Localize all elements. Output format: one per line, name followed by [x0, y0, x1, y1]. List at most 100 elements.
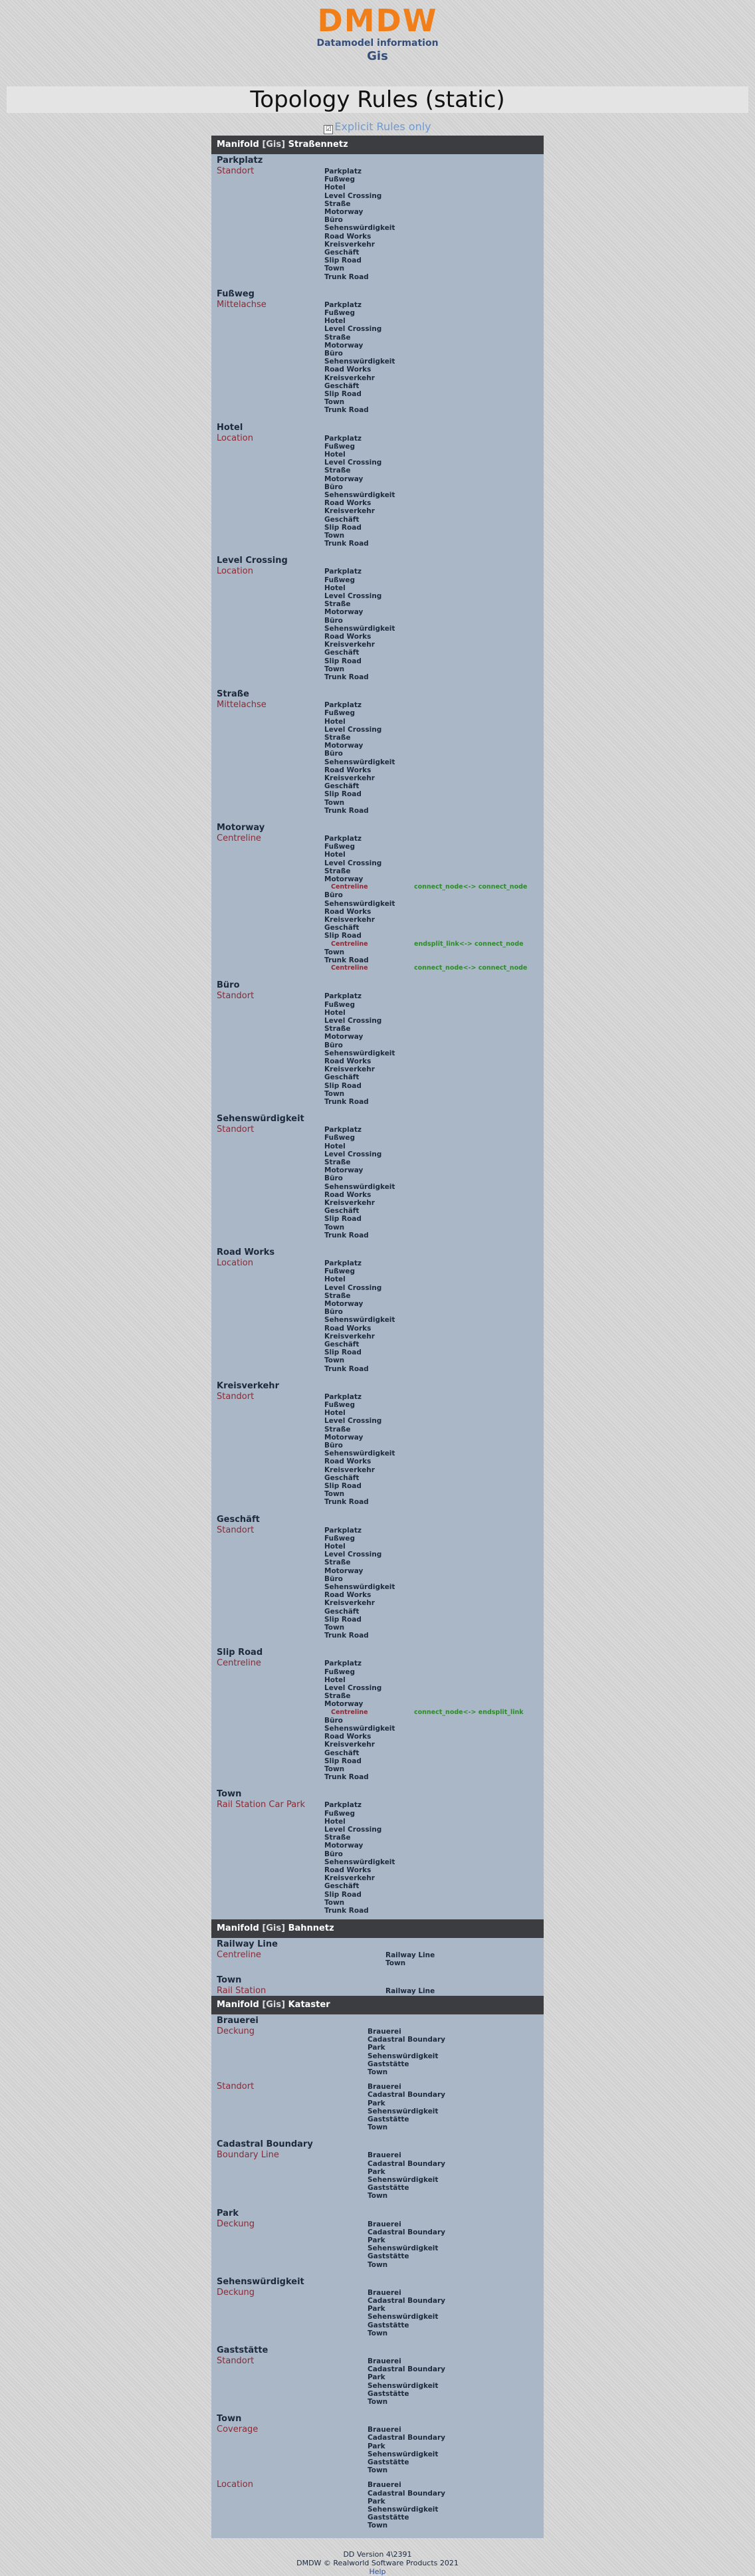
target-layer: Level Crossing	[324, 1150, 382, 1158]
geometry-name: Standort	[217, 1525, 255, 1535]
target-layer: Motorway	[324, 742, 364, 750]
geometry-name: Rail Station	[217, 1986, 267, 1996]
group-name: Kataster	[288, 2000, 330, 2010]
target-layer: Hotel	[324, 1409, 346, 1418]
target-layer: Town	[324, 948, 345, 956]
target-layer: Sehenswürdigkeit	[324, 1449, 395, 1458]
target-layer: Gaststätte	[368, 2252, 409, 2261]
target-layer: Slip Road	[324, 932, 362, 940]
header-subtitle: Datamodel information	[316, 38, 439, 49]
target-layer: Motorway	[324, 608, 364, 617]
target-layer: Sehenswürdigkeit	[324, 1583, 395, 1591]
layer-name: Fußweg	[217, 288, 255, 299]
target-layer: Park	[368, 2442, 385, 2450]
target-layer: Brauerei	[368, 2481, 401, 2490]
target-layer: Town	[368, 2123, 388, 2132]
target-layer: Road Works	[324, 1057, 372, 1065]
target-layer: Kreisverkehr	[324, 774, 375, 782]
target-layer: Town	[324, 1089, 345, 1098]
rule-geometry: Centreline	[331, 883, 368, 891]
target-layer: Trunk Road	[324, 540, 369, 548]
geometry-name: Mittelachse	[217, 700, 267, 710]
target-layer: Kreisverkehr	[324, 1741, 375, 1749]
target-layer: Slip Road	[324, 1348, 362, 1357]
target-layer: Gaststätte	[368, 2115, 409, 2123]
target-layer: Trunk Road	[324, 1364, 369, 1373]
target-layer: Straße	[324, 199, 351, 208]
target-layer: Geschäft	[324, 515, 360, 524]
target-layer: Gaststätte	[368, 2184, 409, 2193]
target-layer: Geschäft	[324, 1073, 360, 1082]
topology-group: Manifold [Gis] Kataster Brauerei Deckung Br…	[211, 1996, 544, 2538]
target-layer: Fußweg	[324, 576, 356, 584]
target-layer: Gaststätte	[368, 2321, 409, 2329]
target-layer: Parkplatz	[324, 434, 362, 443]
target-layer: Town	[324, 1223, 345, 1232]
help-link[interactable]: Help	[369, 2567, 385, 2576]
target-layer: Gaststätte	[368, 2514, 409, 2522]
layer-name: Büro	[217, 980, 240, 991]
group-name: Straßennetz	[288, 140, 348, 150]
target-layer: Brauerei	[368, 2220, 401, 2228]
target-layer: Büro	[324, 1442, 343, 1449]
geometry-name: Deckung	[217, 2218, 255, 2229]
target-layer: Geschäft	[324, 782, 360, 791]
target-layer: Sehenswürdigkeit	[324, 1049, 395, 1057]
project-bracket: [Gis]	[262, 1923, 286, 1933]
geometry-name: Centreline	[217, 1658, 261, 1669]
target-layer: Motorway	[324, 208, 364, 216]
target-layer: Kreisverkehr	[324, 1874, 375, 1883]
target-layer: Town	[324, 265, 345, 273]
target-layer: Kreisverkehr	[324, 240, 375, 249]
target-layer: Trunk Road	[324, 272, 369, 281]
target-layer: Kreisverkehr	[324, 1332, 375, 1341]
target-layer: Brauerei	[368, 2288, 401, 2297]
geometry-name: Deckung	[217, 2287, 255, 2298]
target-layer: Park	[368, 2305, 385, 2313]
target-layer: Büro	[324, 1716, 343, 1725]
target-layer: Road Works	[324, 1591, 372, 1600]
target-layer: Kreisverkehr	[324, 641, 375, 649]
target-layer: Sehenswürdigkeit	[368, 2313, 439, 2321]
target-layer: Sehenswürdigkeit	[368, 2052, 439, 2060]
target-layer: Hotel	[324, 717, 346, 726]
target-layer: Parkplatz	[324, 992, 362, 1001]
target-layer: Trunk Road	[324, 1632, 369, 1640]
explicit-rules-label[interactable]: Explicit Rules only	[334, 120, 431, 133]
target-layer: Büro	[324, 616, 343, 625]
layer-name: Sehenswürdigkeit	[217, 1114, 304, 1125]
target-layer: Cadastral Boundary	[368, 2159, 445, 2168]
target-layer: Road Works	[324, 1733, 372, 1741]
target-layer: Parkplatz	[324, 835, 362, 843]
target-layer: Büro	[324, 483, 343, 491]
target-layer: Level Crossing	[324, 1017, 382, 1025]
target-layer: Trunk Road	[324, 806, 369, 815]
target-layer: Slip Road	[324, 1757, 362, 1765]
target-layer: Level Crossing	[324, 1551, 382, 1559]
target-layer: Straße	[324, 333, 351, 342]
target-layer: Railway Line	[385, 1987, 435, 1996]
target-layer: Geschäft	[324, 381, 360, 390]
explicit-rules-checkbox[interactable]: ☑	[324, 125, 334, 134]
target-layer: Road Works	[324, 499, 372, 508]
target-layer: Town	[324, 665, 345, 673]
target-layer: Parkplatz	[324, 1126, 362, 1134]
target-layer: Trunk Road	[324, 1098, 369, 1106]
manifold-label: Manifold	[217, 2000, 259, 2010]
target-layer: Motorway	[324, 475, 364, 483]
target-layer: Trunk Road	[324, 406, 369, 415]
target-layer: Motorway	[324, 1300, 364, 1308]
target-layer: Straße	[324, 1692, 351, 1701]
target-layer: Fußweg	[324, 1401, 356, 1409]
rule-geometry: Centreline	[331, 964, 368, 972]
target-layer: Sehenswürdigkeit	[324, 1858, 395, 1866]
target-layer: Straße	[324, 1834, 351, 1842]
target-layer: Trunk Road	[324, 1773, 369, 1782]
target-layer: Kreisverkehr	[324, 1065, 375, 1074]
target-layer: Sehenswürdigkeit	[324, 1725, 395, 1733]
target-layer: Park	[368, 2099, 385, 2107]
target-layer: Motorway	[324, 875, 364, 883]
target-layer: Level Crossing	[324, 325, 382, 334]
target-layer: Town	[368, 2260, 388, 2269]
explicit-rules-filter[interactable]: ☑ Explicit Rules only	[0, 120, 755, 134]
